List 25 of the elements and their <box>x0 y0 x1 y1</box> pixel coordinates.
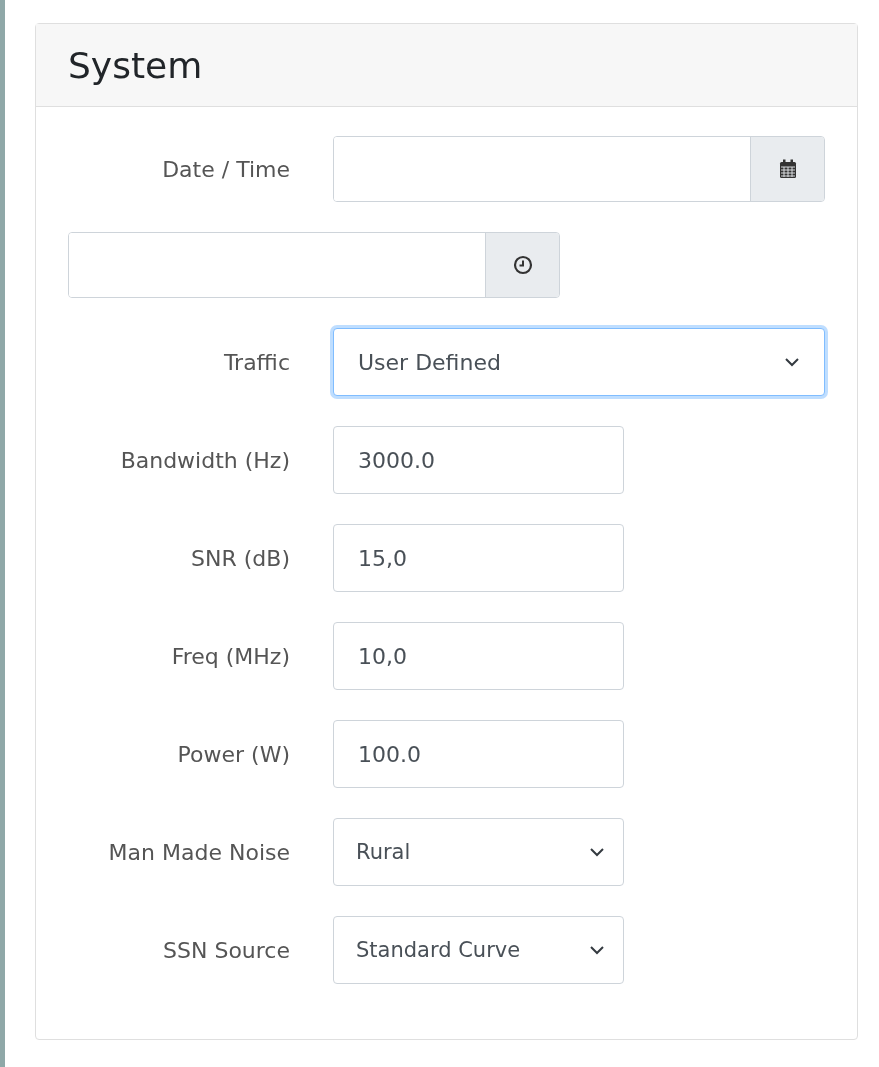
chevron-down-icon <box>589 945 605 955</box>
clock-button[interactable] <box>485 233 559 297</box>
number-field[interactable]: 10,0 <box>333 622 624 690</box>
field-label: Freq (MHz) <box>170 643 290 669</box>
panel-title: System <box>68 44 203 86</box>
field-label: Date / Time <box>161 156 290 182</box>
field-label: Bandwidth (Hz) <box>119 447 290 473</box>
chevron-down-icon <box>784 357 800 367</box>
number-field[interactable]: 15,0 <box>333 524 624 592</box>
chevron-down-icon <box>589 847 605 857</box>
field-label: SNR (dB) <box>190 545 290 571</box>
clock-icon <box>512 255 533 275</box>
number-field[interactable]: 100.0 <box>333 720 624 788</box>
calendar-button[interactable] <box>750 137 824 201</box>
field-label: SSN Source <box>162 937 290 963</box>
field-label: Power (W) <box>176 741 290 767</box>
time-input-group[interactable] <box>68 232 560 298</box>
dropdown-select[interactable]: Standard Curve <box>333 916 624 984</box>
field-label: Man Made Noise <box>107 839 290 865</box>
field-label: Traffic <box>222 349 290 375</box>
date-input-group[interactable] <box>333 136 825 202</box>
calendar-icon <box>778 159 797 179</box>
dropdown-select[interactable]: Rural <box>333 818 624 886</box>
dropdown-select[interactable]: User Defined <box>333 328 825 396</box>
number-field[interactable]: 3000.0 <box>333 426 624 494</box>
